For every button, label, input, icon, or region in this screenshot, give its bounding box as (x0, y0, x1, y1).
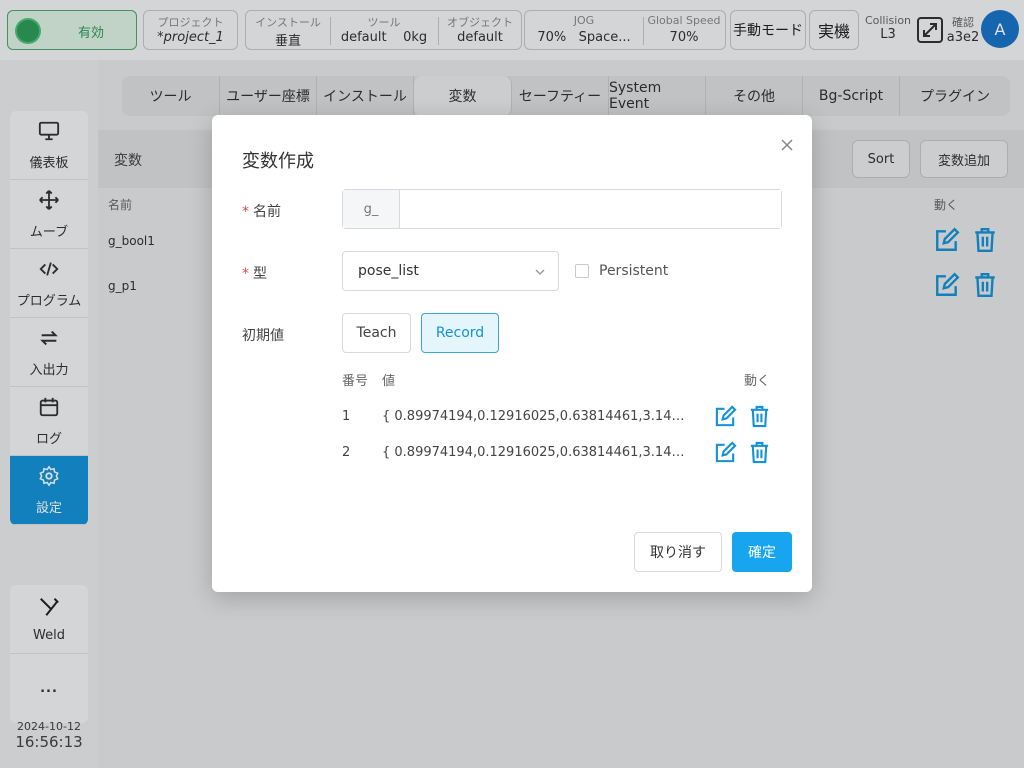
persistent-checkbox[interactable]: Persistent (575, 263, 668, 279)
pose-row-actions (714, 441, 771, 468)
record-button[interactable]: Record (421, 313, 499, 353)
pose-row-number: 1 (342, 409, 351, 424)
column-header-number: 番号 (342, 374, 369, 389)
type-field-label: * 型 (242, 266, 267, 282)
edit-icon[interactable] (714, 441, 737, 468)
chevron-down-icon (535, 269, 545, 275)
confirm-button[interactable]: 確定 (732, 532, 792, 572)
close-icon[interactable] (780, 137, 794, 151)
persistent-label: Persistent (599, 263, 669, 279)
create-variable-dialog: 変数作成 * 名前 g_ * 型 pose_list Persistent 初期値 … (212, 115, 812, 592)
type-select-value: pose_list (358, 263, 419, 279)
initial-value-label: 初期値 (242, 328, 284, 344)
trash-icon[interactable] (748, 441, 771, 468)
trash-icon[interactable] (748, 405, 771, 432)
name-prefix: g_ (343, 190, 400, 228)
cancel-button[interactable]: 取り消す (634, 532, 722, 572)
teach-button[interactable]: Teach (342, 313, 411, 353)
pose-row-value: { 0.89974194,0.12916025,0.63814461,3.141… (382, 445, 692, 460)
pose-row-value: { 0.89974194,0.12916025,0.63814461,3.141… (382, 409, 692, 424)
edit-icon[interactable] (714, 405, 737, 432)
name-field: g_ (342, 189, 782, 229)
checkbox-box[interactable] (575, 264, 589, 278)
column-header-action: 動く (744, 374, 771, 389)
dialog-title: 変数作成 (242, 151, 314, 172)
name-input[interactable] (400, 190, 781, 228)
pose-row-actions (714, 405, 771, 432)
type-select[interactable]: pose_list (342, 251, 559, 291)
name-field-label: * 名前 (242, 204, 281, 220)
column-header-value: 値 (382, 374, 396, 389)
pose-row-number: 2 (342, 445, 351, 460)
